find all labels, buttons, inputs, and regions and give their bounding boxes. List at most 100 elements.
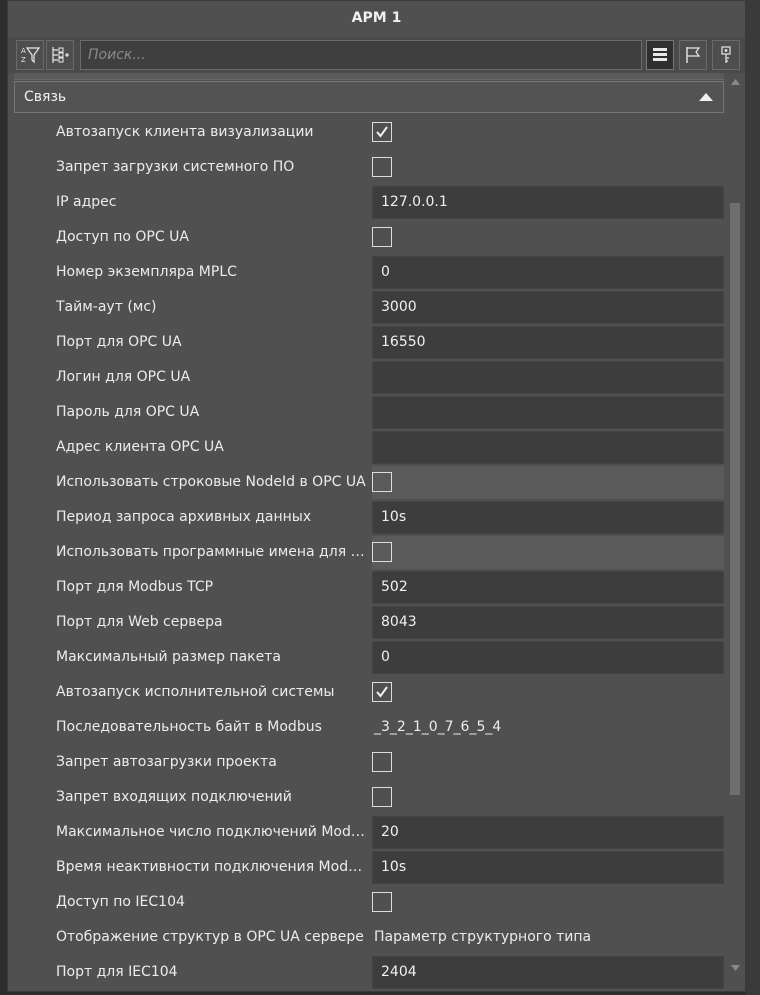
property-value-field[interactable]: 3000 bbox=[372, 291, 724, 324]
property-row: Запрет входящих подключений bbox=[14, 780, 724, 815]
property-row: Пароль для OPC UA bbox=[14, 395, 724, 430]
checkmark-icon bbox=[376, 686, 388, 698]
property-value-field[interactable]: 8043 bbox=[372, 606, 724, 639]
property-value-field[interactable]: 10s bbox=[372, 851, 724, 884]
sort-az-filter-icon: A Z bbox=[21, 47, 40, 64]
property-label: Порт для Web сервера bbox=[56, 614, 223, 630]
expand-tree-button[interactable] bbox=[46, 40, 74, 70]
list-view-icon bbox=[653, 48, 667, 61]
property-row: Тайм-аут (мс) 3000 bbox=[14, 290, 724, 325]
property-value-field[interactable] bbox=[372, 431, 724, 464]
key-button[interactable] bbox=[712, 40, 740, 70]
property-label: Использовать строковые NodeId в OPC UA bbox=[56, 474, 366, 490]
property-label: Логин для OPC UA bbox=[56, 369, 191, 385]
property-row: Запрет загрузки системного ПО bbox=[14, 150, 724, 185]
property-row: Последовательность байт в Modbus _3_2_1_0… bbox=[14, 710, 724, 745]
property-label: IP адрес bbox=[56, 194, 117, 210]
property-value-field[interactable] bbox=[372, 396, 724, 429]
property-row: Доступ по OPC UA bbox=[14, 220, 724, 255]
scrollbar-thumb[interactable] bbox=[730, 203, 740, 795]
flag-button[interactable] bbox=[679, 40, 707, 70]
toolbar: A Z bbox=[8, 37, 745, 73]
list-view-button[interactable] bbox=[646, 40, 674, 70]
property-label: Время неактивности подключения Modbus... bbox=[56, 859, 368, 875]
property-row: Порт для OPC UA 16550 bbox=[14, 325, 724, 360]
row-highlight bbox=[372, 466, 724, 499]
property-value-field[interactable] bbox=[372, 361, 724, 394]
property-checkbox[interactable] bbox=[372, 542, 392, 562]
property-row: IP адрес 127.0.0.1 bbox=[14, 185, 724, 220]
property-row: Адрес клиента OPC UA bbox=[14, 430, 724, 465]
property-row: Максимальное число подключений Modbu... 2… bbox=[14, 815, 724, 850]
property-row: Максимальный размер пакета 0 bbox=[14, 640, 724, 675]
property-label: Адрес клиента OPC UA bbox=[56, 439, 224, 455]
property-label: Запрет входящих подключений bbox=[56, 789, 292, 805]
property-checkbox[interactable] bbox=[372, 157, 392, 177]
property-row: Использовать строковые NodeId в OPC UA bbox=[14, 465, 724, 500]
property-row: Порт для Modbus TCP 502 bbox=[14, 570, 724, 605]
property-checkbox[interactable] bbox=[372, 122, 392, 142]
property-label: Максимальное число подключений Modbu... bbox=[56, 824, 368, 840]
property-value-field[interactable]: 127.0.0.1 bbox=[372, 186, 724, 219]
collapse-triangle-icon[interactable] bbox=[699, 93, 713, 101]
property-value-field[interactable]: 10s bbox=[372, 501, 724, 534]
property-value-text[interactable]: Параметр структурного типа bbox=[374, 920, 591, 955]
previous-section-edge bbox=[14, 73, 724, 80]
property-row: Порт для Web сервера 8043 bbox=[14, 605, 724, 640]
property-label: Запрет автозагрузки проекта bbox=[56, 754, 277, 770]
property-row: Запрет автозагрузки проекта bbox=[14, 745, 724, 780]
property-value-text[interactable]: _3_2_1_0_7_6_5_4 bbox=[374, 710, 501, 745]
property-checkbox[interactable] bbox=[372, 892, 392, 912]
property-label: Доступ по IEC104 bbox=[56, 894, 185, 910]
property-row: Логин для OPC UA bbox=[14, 360, 724, 395]
property-value-field[interactable]: 502 bbox=[372, 571, 724, 604]
property-label: Отображение структур в OPC UA сервере bbox=[56, 929, 364, 945]
property-label: Доступ по OPC UA bbox=[56, 229, 189, 245]
scroll-up-icon[interactable] bbox=[731, 79, 740, 85]
property-row: Отображение структур в OPC UA сервере Пар… bbox=[14, 920, 724, 955]
property-row: Период запроса архивных данных 10s bbox=[14, 500, 724, 535]
property-value-field[interactable]: 20 bbox=[372, 816, 724, 849]
scroll-down-icon[interactable] bbox=[731, 965, 740, 971]
key-icon bbox=[721, 46, 731, 63]
property-checkbox[interactable] bbox=[372, 472, 392, 492]
properties-window: АРМ 1 A Z Поиск... Связь Автозапуск клие… bbox=[7, 0, 746, 992]
window-title: АРМ 1 bbox=[8, 1, 745, 38]
row-highlight bbox=[372, 536, 724, 569]
property-value-field[interactable]: 2404 bbox=[372, 956, 724, 989]
property-row: Время неактивности подключения Modbus...… bbox=[14, 850, 724, 885]
property-row: Порт для IEC104 2404 bbox=[14, 955, 724, 990]
section-title: Связь bbox=[24, 89, 67, 105]
svg-text:A: A bbox=[21, 47, 26, 55]
property-checkbox[interactable] bbox=[372, 682, 392, 702]
property-label: Период запроса архивных данных bbox=[56, 509, 312, 525]
property-row: Автозапуск исполнительной системы bbox=[14, 675, 724, 710]
property-value-field[interactable]: 16550 bbox=[372, 326, 724, 359]
expand-collapse-tree-icon bbox=[52, 47, 69, 63]
background-window-edge bbox=[746, 0, 760, 995]
property-row: Автозапуск клиента визуализации bbox=[14, 115, 724, 150]
property-list: Автозапуск клиента визуализации Запрет за… bbox=[14, 115, 724, 990]
search-input[interactable] bbox=[80, 40, 642, 70]
property-label: Максимальный размер пакета bbox=[56, 649, 281, 665]
property-label: Пароль для OPC UA bbox=[56, 404, 200, 420]
property-label: Порт для OPC UA bbox=[56, 334, 182, 350]
sort-filter-button[interactable]: A Z bbox=[16, 40, 44, 70]
svg-text:Z: Z bbox=[21, 56, 26, 64]
section-header-svyaz[interactable]: Связь bbox=[14, 81, 724, 113]
property-checkbox[interactable] bbox=[372, 752, 392, 772]
property-label: Автозапуск исполнительной системы bbox=[56, 684, 335, 700]
property-label: Использовать программные имена для ие... bbox=[56, 544, 368, 560]
property-checkbox[interactable] bbox=[372, 787, 392, 807]
property-label: Последовательность байт в Modbus bbox=[56, 719, 322, 735]
property-checkbox[interactable] bbox=[372, 227, 392, 247]
property-value-field[interactable]: 0 bbox=[372, 641, 724, 674]
checkmark-icon bbox=[376, 126, 388, 138]
flag-icon bbox=[686, 47, 701, 63]
vertical-scrollbar[interactable] bbox=[727, 79, 743, 981]
property-value-field[interactable]: 0 bbox=[372, 256, 724, 289]
property-label: Тайм-аут (мс) bbox=[56, 299, 157, 315]
property-row: Использовать программные имена для ие... bbox=[14, 535, 724, 570]
property-label: Автозапуск клиента визуализации bbox=[56, 124, 314, 140]
property-label: Порт для IEC104 bbox=[56, 964, 178, 980]
